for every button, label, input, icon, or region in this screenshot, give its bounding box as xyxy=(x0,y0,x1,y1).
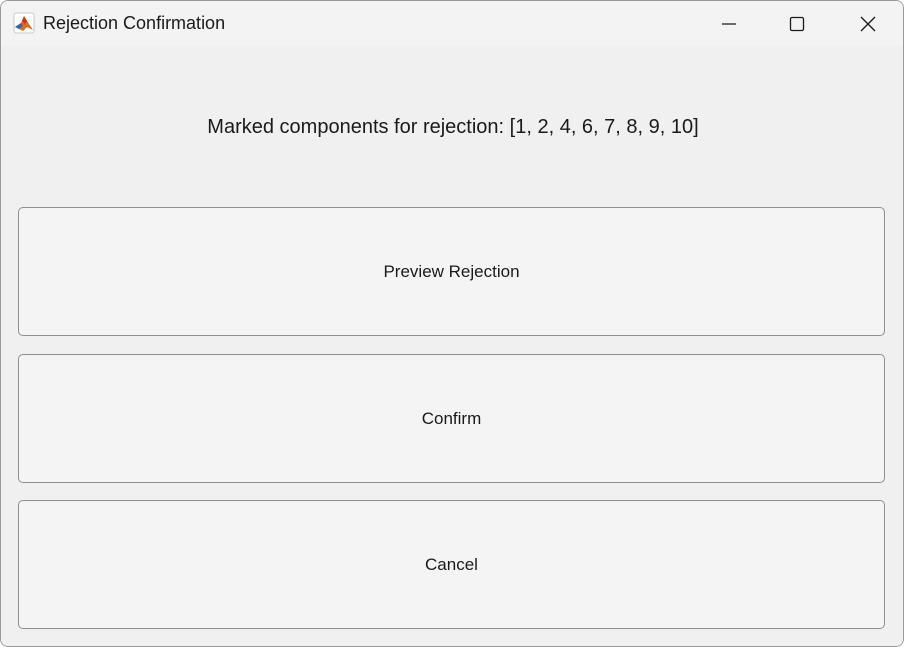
maximize-button[interactable] xyxy=(764,1,830,46)
dialog-content: Marked components for rejection: [1, 2, … xyxy=(1,46,903,646)
maximize-icon xyxy=(789,16,805,32)
dialog-window: Rejection Confirmation Marked components… xyxy=(0,0,904,647)
close-button[interactable] xyxy=(835,1,901,46)
confirm-label: Confirm xyxy=(421,408,482,428)
preview-rejection-button[interactable]: Preview Rejection xyxy=(18,207,885,336)
cancel-button[interactable]: Cancel xyxy=(18,500,885,629)
minimize-icon xyxy=(721,16,737,32)
confirm-button[interactable]: Confirm xyxy=(18,354,885,483)
close-icon xyxy=(859,15,877,33)
cancel-label: Cancel xyxy=(425,554,478,574)
rejection-message: Marked components for rejection: [1, 2, … xyxy=(207,116,699,138)
minimize-button[interactable] xyxy=(696,1,762,46)
matlab-icon xyxy=(13,12,35,34)
window-title: Rejection Confirmation xyxy=(43,13,226,33)
title-bar[interactable]: Rejection Confirmation xyxy=(1,1,903,46)
preview-rejection-label: Preview Rejection xyxy=(383,261,520,281)
